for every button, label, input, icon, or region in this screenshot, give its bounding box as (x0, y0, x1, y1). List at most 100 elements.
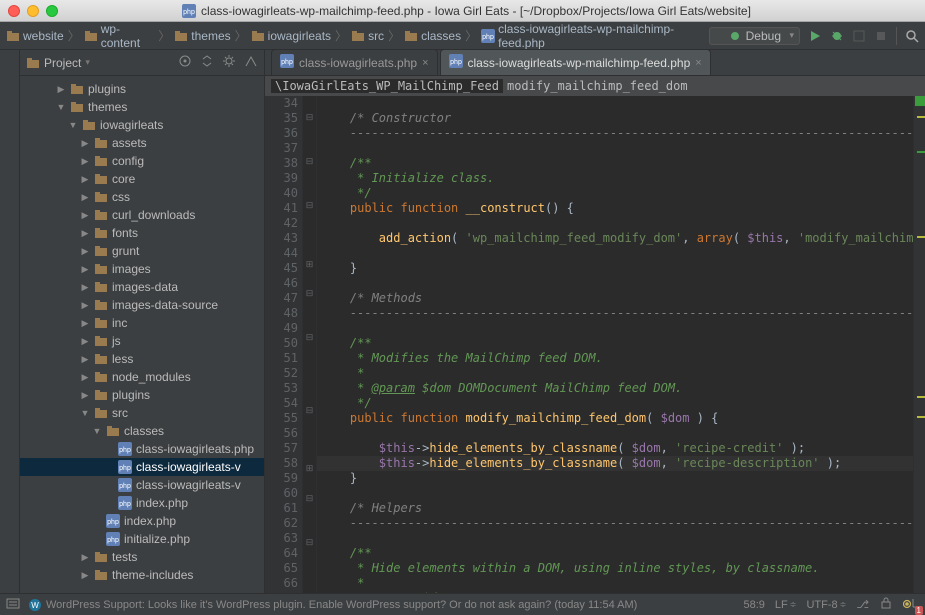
tree-folder[interactable]: ▶less (20, 350, 264, 368)
breadcrumb-item[interactable]: iowagirleats (251, 29, 331, 43)
disclosure-arrow-icon[interactable]: ▶ (80, 282, 90, 293)
fold-toggle-icon[interactable]: ⊟ (303, 111, 316, 126)
gear-icon[interactable] (222, 54, 236, 71)
disclosure-arrow-icon[interactable]: ▶ (80, 354, 90, 365)
warning-mark[interactable] (917, 416, 925, 418)
warning-mark[interactable] (917, 236, 925, 238)
coverage-icon[interactable] (852, 29, 866, 43)
breadcrumb-namespace[interactable]: \IowaGirlEats_WP_MailChimp_Feed (271, 79, 503, 93)
fold-toggle-icon[interactable]: ⊟ (303, 403, 316, 418)
tree-folder[interactable]: ▶curl_downloads (20, 206, 264, 224)
tree-folder[interactable]: ▶node_modules (20, 368, 264, 386)
project-tree[interactable]: ▶plugins▼themes▼iowagirleats▶assets▶conf… (20, 76, 264, 593)
disclosure-arrow-icon[interactable]: ▶ (80, 318, 90, 329)
breadcrumb-item[interactable]: src (351, 29, 384, 43)
tree-file[interactable]: phpinitialize.php (20, 530, 264, 548)
disclosure-arrow-icon[interactable]: ▶ (80, 174, 90, 185)
search-icon[interactable] (905, 29, 919, 43)
hide-icon[interactable] (244, 54, 258, 71)
warning-mark[interactable] (917, 396, 925, 398)
tree-folder[interactable]: ▶images-data-source (20, 296, 264, 314)
close-tab-icon[interactable]: × (422, 57, 428, 69)
fold-toggle-icon[interactable]: ⊞ (303, 462, 316, 477)
line-separator[interactable]: LF ≑ (775, 599, 797, 611)
chevron-down-icon[interactable]: ▾ (85, 57, 90, 68)
breadcrumb-function[interactable]: modify_mailchimp_feed_dom (503, 79, 692, 93)
tree-folder[interactable]: ▼themes (20, 98, 264, 116)
tree-folder[interactable]: ▶grunt (20, 242, 264, 260)
disclosure-arrow-icon[interactable]: ▶ (80, 336, 90, 347)
breadcrumb-item[interactable]: website (6, 29, 64, 43)
disclosure-arrow-icon[interactable]: ▶ (80, 552, 90, 563)
debug-button-icon[interactable] (830, 29, 844, 43)
status-message[interactable]: W WordPress Support: Looks like it's Wor… (28, 598, 637, 612)
disclosure-arrow-icon[interactable]: ▼ (56, 102, 66, 112)
code-text[interactable]: /* Constructor -------------------------… (317, 96, 913, 593)
editor-tab[interactable]: phpclass-iowagirleats-wp-mailchimp-feed.… (440, 49, 711, 75)
disclosure-arrow-icon[interactable]: ▶ (80, 246, 90, 257)
disclosure-arrow-icon[interactable]: ▶ (80, 570, 90, 581)
disclosure-arrow-icon[interactable]: ▶ (80, 300, 90, 311)
fold-toggle-icon[interactable]: ⊟ (303, 198, 316, 213)
fold-toggle-icon[interactable]: ⊟ (303, 491, 316, 506)
close-icon[interactable] (8, 5, 20, 17)
tree-folder[interactable]: ▶assets (20, 134, 264, 152)
disclosure-arrow-icon[interactable]: ▶ (80, 390, 90, 401)
git-branch-icon[interactable]: ⎇ (856, 598, 869, 611)
disclosure-arrow-icon[interactable]: ▼ (68, 120, 78, 130)
fold-toggle-icon[interactable]: ⊞ (303, 257, 316, 272)
breadcrumb-item[interactable]: phpclass-iowagirleats-wp-mailchimp-feed.… (481, 22, 705, 50)
caret-position[interactable]: 58:9 (743, 599, 764, 611)
run-config-select[interactable]: Debug (709, 27, 800, 45)
code-editor[interactable]: 3435363738394041424344454647484950515253… (265, 96, 925, 593)
editor-tab[interactable]: phpclass-iowagirleats.php× (271, 49, 438, 75)
tree-folder[interactable]: ▶config (20, 152, 264, 170)
disclosure-arrow-icon[interactable]: ▶ (80, 372, 90, 383)
editor-tabs[interactable]: phpclass-iowagirleats.php×phpclass-iowag… (265, 50, 925, 76)
editor-breadcrumb[interactable]: \IowaGirlEats_WP_MailChimp_Feed modify_m… (265, 76, 925, 96)
tree-folder[interactable]: ▶fonts (20, 224, 264, 242)
fold-column[interactable]: ⊟⊟⊟⊞⊟⊟⊟⊞⊟⊟ (303, 96, 317, 593)
tree-folder[interactable]: ▼classes (20, 422, 264, 440)
disclosure-arrow-icon[interactable]: ▶ (80, 192, 90, 203)
warning-mark[interactable] (917, 116, 925, 118)
event-log-icon[interactable] (6, 596, 20, 613)
tree-folder[interactable]: ▶core (20, 170, 264, 188)
inspector-icon[interactable]: 1 (903, 596, 919, 613)
tree-folder[interactable]: ▼src (20, 404, 264, 422)
minimize-icon[interactable] (27, 5, 39, 17)
disclosure-arrow-icon[interactable]: ▶ (80, 228, 90, 239)
tree-folder[interactable]: ▶plugins (20, 386, 264, 404)
line-number-gutter[interactable]: 3435363738394041424344454647484950515253… (265, 96, 303, 593)
fold-toggle-icon[interactable]: ⊟ (303, 155, 316, 170)
tree-folder[interactable]: ▶js (20, 332, 264, 350)
breadcrumb-item[interactable]: themes (174, 29, 230, 43)
disclosure-arrow-icon[interactable]: ▶ (80, 138, 90, 149)
tree-file[interactable]: phpindex.php (20, 494, 264, 512)
maximize-icon[interactable] (46, 5, 58, 17)
scroll-from-source-icon[interactable] (178, 54, 192, 71)
tree-file[interactable]: phpindex.php (20, 512, 264, 530)
tree-folder[interactable]: ▶inc (20, 314, 264, 332)
breadcrumb-item[interactable]: wp-content (84, 22, 155, 50)
close-tab-icon[interactable]: × (695, 57, 701, 69)
tree-folder[interactable]: ▶theme-includes (20, 566, 264, 584)
disclosure-arrow-icon[interactable]: ▶ (80, 264, 90, 275)
tree-folder[interactable]: ▼iowagirleats (20, 116, 264, 134)
fold-toggle-icon[interactable]: ⊟ (303, 330, 316, 345)
tree-folder[interactable]: ▶images-data (20, 278, 264, 296)
disclosure-arrow-icon[interactable]: ▶ (80, 156, 90, 167)
tree-folder[interactable]: ▶plugins (20, 80, 264, 98)
disclosure-arrow-icon[interactable]: ▼ (92, 426, 102, 436)
collapse-all-icon[interactable] (200, 54, 214, 71)
tree-folder[interactable]: ▶tests (20, 548, 264, 566)
disclosure-arrow-icon[interactable]: ▶ (56, 84, 66, 95)
tree-file[interactable]: phpclass-iowagirleats-v (20, 458, 264, 476)
tree-file[interactable]: phpclass-iowagirleats.php (20, 440, 264, 458)
tree-folder[interactable]: ▶images (20, 260, 264, 278)
stop-icon[interactable] (874, 29, 888, 43)
file-encoding[interactable]: UTF-8 ≑ (806, 599, 846, 611)
left-tool-strip[interactable] (0, 50, 20, 593)
breadcrumb[interactable]: website〉wp-content〉themes〉iowagirleats〉s… (6, 22, 705, 50)
disclosure-arrow-icon[interactable]: ▶ (80, 210, 90, 221)
